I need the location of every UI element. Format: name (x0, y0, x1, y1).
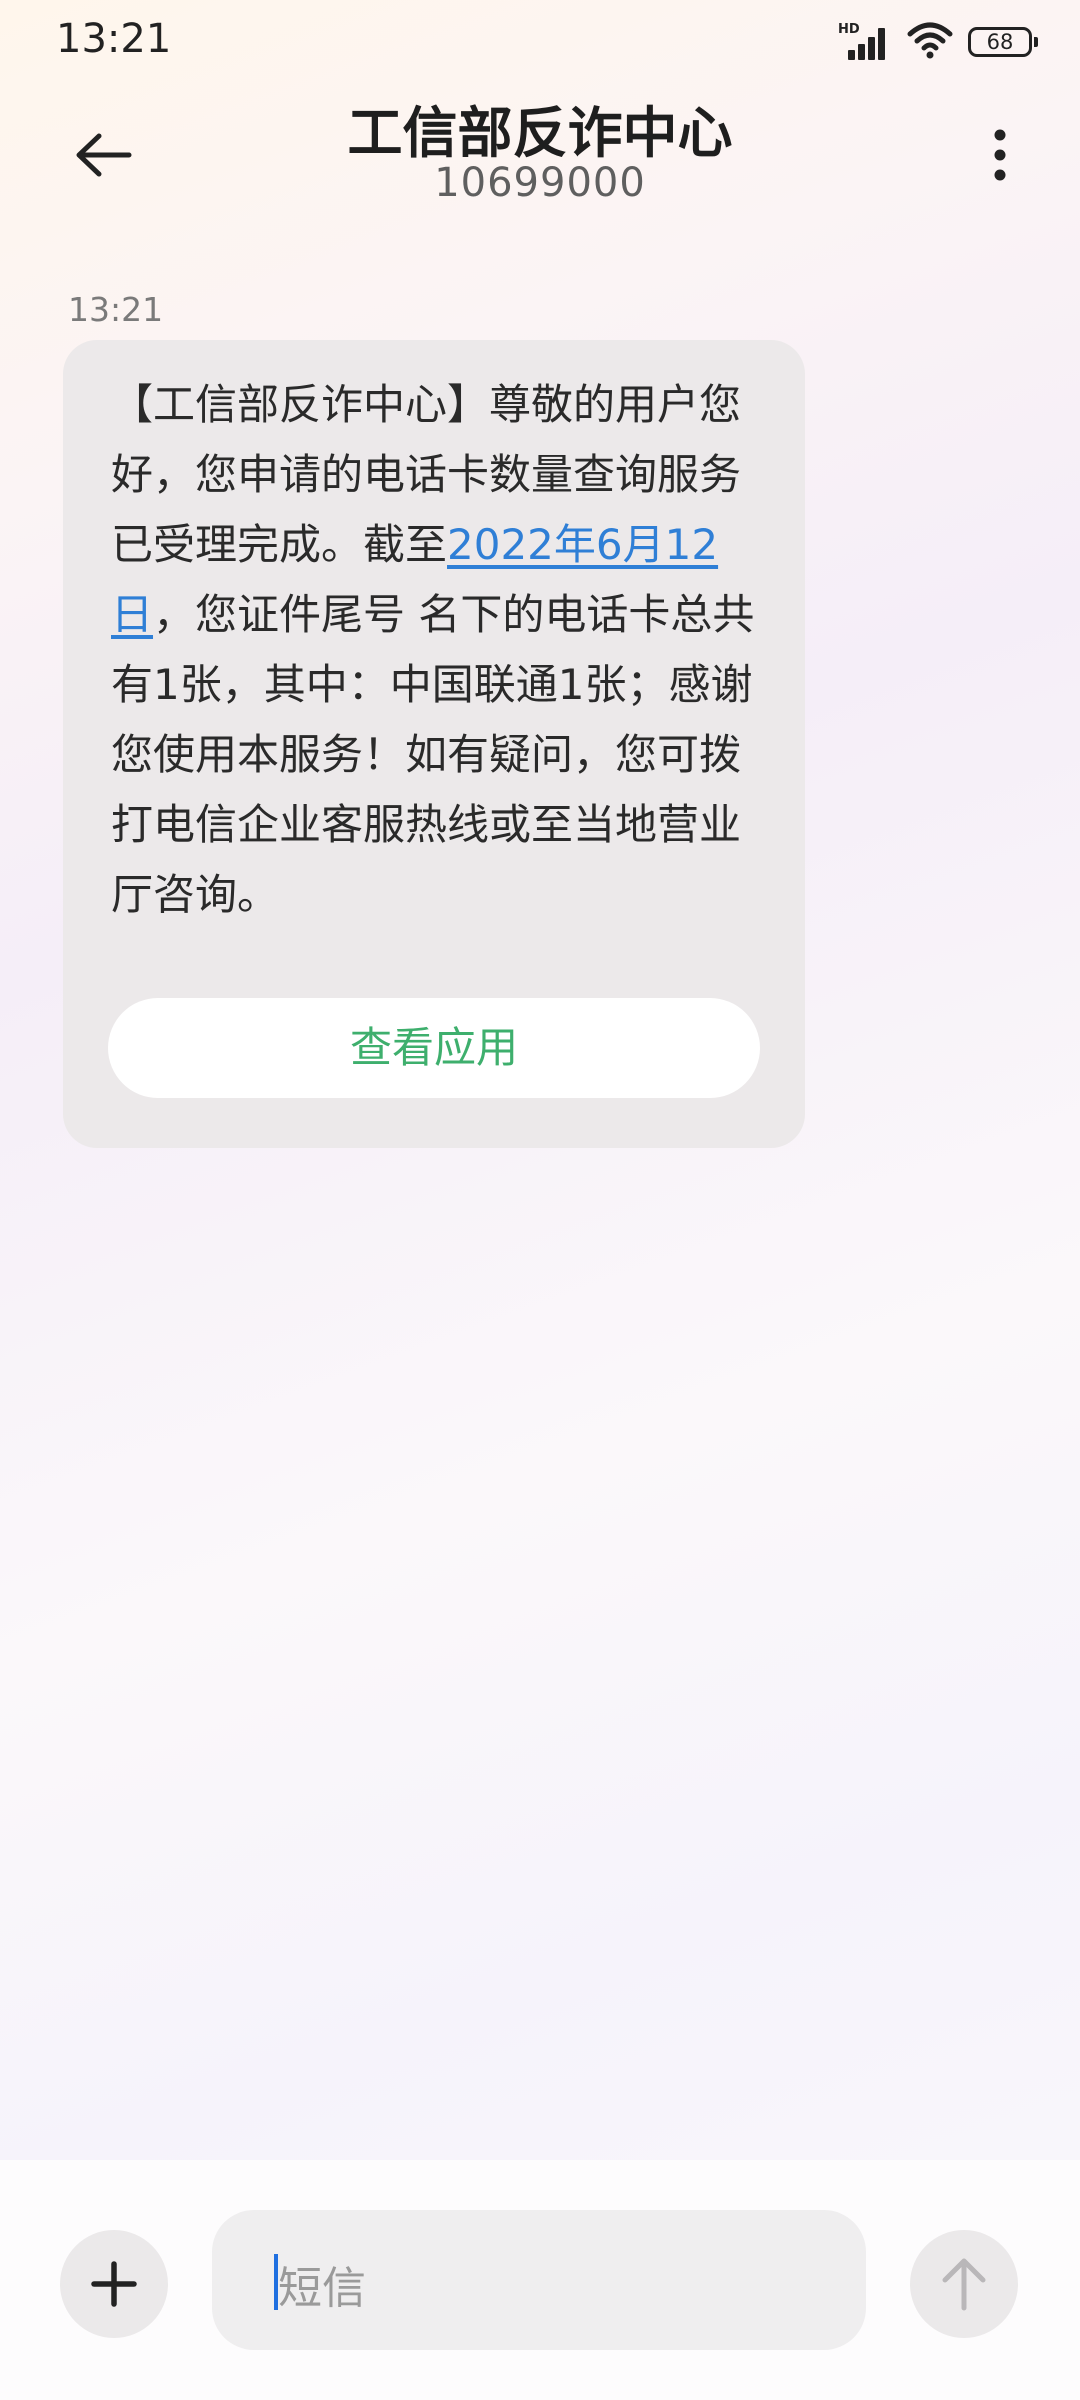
more-vertical-icon (994, 129, 1006, 181)
view-app-button[interactable]: 查看应用 (108, 998, 760, 1098)
status-bar: 13:21 HD 68 (0, 0, 1080, 80)
status-time: 13:21 (56, 16, 172, 62)
status-icons: HD 68 (838, 20, 1038, 64)
send-arrow-icon (942, 2258, 986, 2311)
hd-label: HD (838, 22, 860, 37)
contact-number: 10699000 (434, 160, 646, 206)
conversation-header: 工信部反诈中心 10699000 (0, 80, 1080, 230)
contact-name: 工信部反诈中心 (347, 101, 733, 165)
battery-level: 68 (986, 30, 1014, 54)
signal-icon: HD (838, 22, 892, 62)
add-attachment-button[interactable] (60, 2230, 168, 2338)
message-composer: 短信 (0, 2160, 1080, 2400)
message-bubble[interactable]: 【工信部反诈中心】尊敬的用户您好，您申请的电话卡数量查询服务已受理完成。截至20… (63, 340, 805, 1148)
sms-placeholder: 短信 (278, 2263, 366, 2314)
sms-input[interactable]: 短信 (212, 2210, 866, 2350)
plus-icon (91, 2261, 137, 2307)
send-button[interactable] (910, 2230, 1018, 2338)
more-options-button[interactable] (960, 110, 1040, 200)
message-timestamp: 13:21 (68, 290, 164, 329)
wifi-icon (906, 20, 954, 64)
battery-icon: 68 (968, 27, 1038, 57)
message-text: 【工信部反诈中心】尊敬的用户您好，您申请的电话卡数量查询服务已受理完成。截至20… (111, 370, 771, 930)
message-text-end: ，您证件尾号 名下的电话卡总共有1张，其中：中国联通1张；感谢您使用本服务！如有… (111, 590, 755, 919)
